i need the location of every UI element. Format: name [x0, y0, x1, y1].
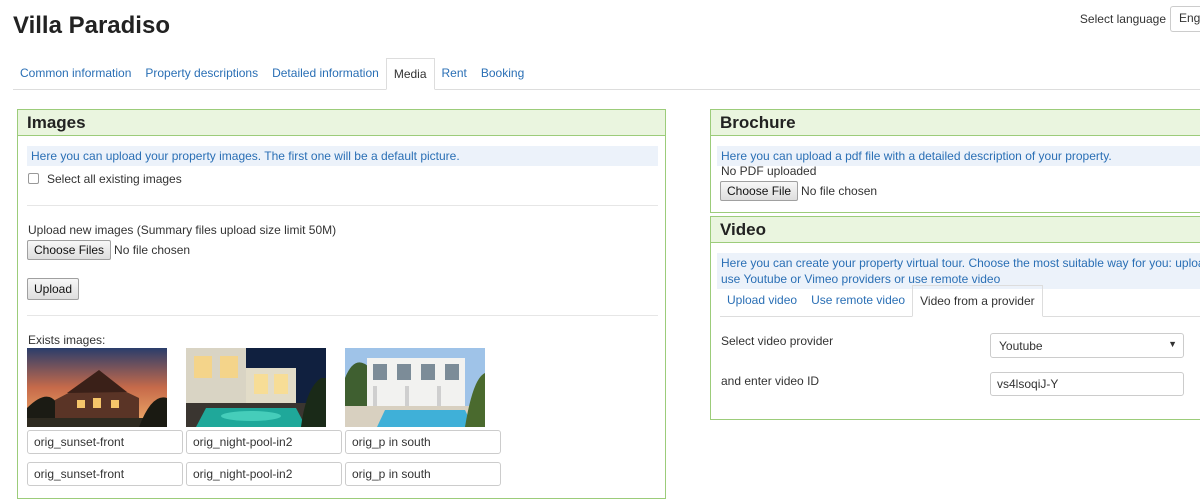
no-file-chosen-text: No file chosen	[801, 184, 878, 198]
tab-detailed-information[interactable]: Detailed information	[265, 58, 386, 89]
language-label: Select language	[1079, 12, 1166, 26]
property-tabs: Common information Property descriptions…	[13, 58, 1200, 90]
night-pool-photo-image	[186, 348, 326, 427]
select-all-label: Select all existing images	[47, 172, 182, 186]
tab-rent[interactable]: Rent	[435, 58, 474, 89]
tab-media[interactable]: Media	[385, 58, 435, 90]
brochure-panel-title: Brochure	[711, 110, 1200, 136]
video-info: Here you can create your property virtua…	[717, 253, 1200, 289]
pdf-status: No PDF uploaded	[721, 164, 817, 178]
video-info-line-1: Here you can create your property virtua…	[721, 256, 1200, 270]
pool-south-photo[interactable]	[345, 348, 485, 427]
video-panel-title: Video	[711, 217, 1200, 243]
divider	[27, 315, 658, 316]
exists-images-label: Exists images:	[28, 333, 106, 347]
tab-common-information[interactable]: Common information	[13, 58, 138, 89]
tab-video-from-provider[interactable]: Video from a provider	[912, 285, 1043, 317]
tab-booking[interactable]: Booking	[474, 58, 531, 89]
tab-use-remote-video[interactable]: Use remote video	[804, 285, 912, 316]
language-select[interactable]: Eng	[1170, 6, 1200, 32]
image-name-input[interactable]: orig_night-pool-in2	[186, 430, 342, 454]
video-id-input[interactable]: vs4lsoqiJ-Y	[990, 372, 1184, 396]
image-name-input[interactable]: orig_p in south	[345, 430, 501, 454]
page-title: Villa Paradiso	[13, 12, 170, 39]
chevron-down-icon: ▼	[1168, 339, 1177, 349]
provider-label: Select video provider	[721, 334, 834, 348]
pdf-file-row: Choose File No file chosen	[720, 181, 877, 201]
brochure-info: Here you can upload a pdf file with a de…	[717, 146, 1200, 166]
language-selector: Select language Eng	[1080, 6, 1200, 32]
select-all-checkbox[interactable]	[28, 173, 39, 184]
images-panel-title: Images	[18, 110, 665, 136]
image-name-input[interactable]: orig_sunset-front	[27, 462, 183, 486]
pool-south-photo-image	[345, 348, 485, 427]
house-sunset-photo[interactable]	[27, 348, 167, 427]
images-panel: Images Here you can upload your property…	[17, 109, 666, 499]
night-pool-photo[interactable]	[186, 348, 326, 427]
choose-file-button[interactable]: Choose File	[720, 181, 799, 201]
tab-property-descriptions[interactable]: Property descriptions	[138, 58, 265, 89]
video-panel: Video Here you can create your property …	[710, 216, 1200, 420]
no-file-chosen-text: No file chosen	[114, 243, 191, 257]
images-info: Here you can upload your property images…	[27, 146, 658, 166]
video-tabs: Upload video Use remote video Video from…	[720, 285, 1200, 317]
upload-button[interactable]: Upload	[27, 278, 80, 300]
tab-upload-video[interactable]: Upload video	[720, 285, 804, 316]
image-name-input[interactable]: orig_night-pool-in2	[186, 462, 342, 486]
select-all-row: Select all existing images	[28, 172, 182, 186]
video-provider-value: Youtube	[999, 339, 1043, 353]
upload-new-images-label: Upload new images (Summary files upload …	[28, 223, 337, 237]
choose-files-button[interactable]: Choose Files	[27, 240, 112, 260]
image-name-input[interactable]: orig_p in south	[345, 462, 501, 486]
divider	[27, 205, 658, 206]
brochure-panel: Brochure Here you can upload a pdf file …	[710, 109, 1200, 213]
video-provider-select[interactable]: Youtube ▼	[990, 333, 1184, 358]
video-id-label: and enter video ID	[721, 374, 820, 388]
house-sunset-photo-image	[27, 348, 167, 427]
file-input-row: Choose Files No file chosen	[27, 240, 190, 260]
image-name-input[interactable]: orig_sunset-front	[27, 430, 183, 454]
